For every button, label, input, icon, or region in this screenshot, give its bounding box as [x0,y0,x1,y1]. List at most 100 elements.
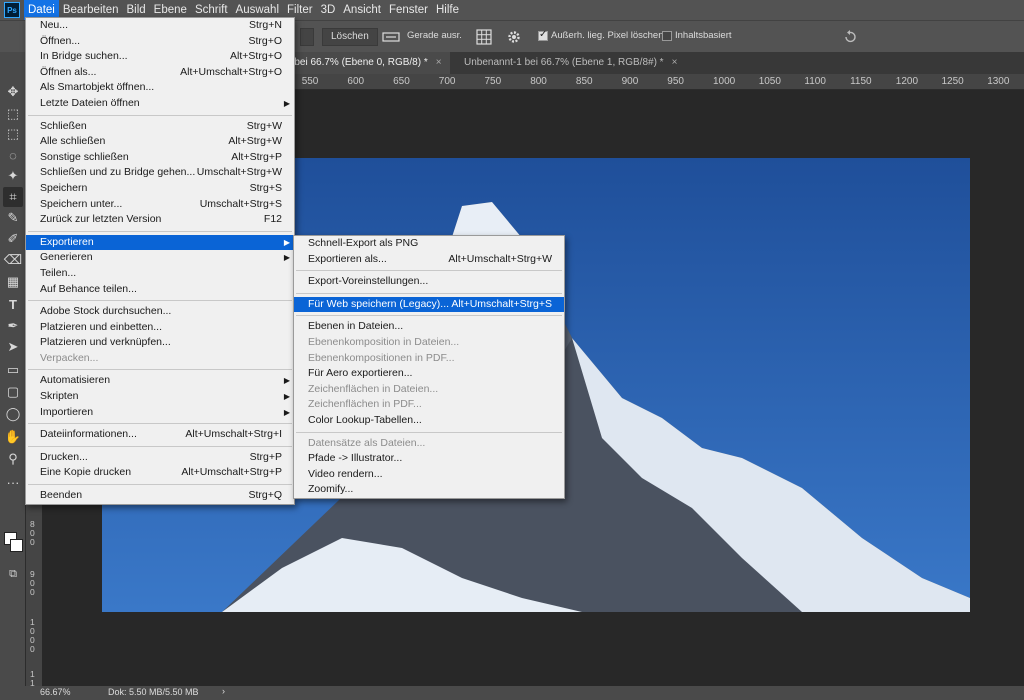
ruler-tick-label: 1200 [895,76,919,87]
more-icon[interactable]: ··· [3,472,23,492]
file-menu-item[interactable]: Eine Kopie drucken Alt+Umschalt+Strg+P [26,465,294,481]
menu-3d[interactable]: 3D [317,0,340,20]
tab-document-2[interactable]: Unbenannt-1 bei 66.7% (Ebene 1, RGB/8#) … [456,52,685,74]
pen-icon[interactable]: ✒ [3,316,23,336]
export-menu-item[interactable]: Video rendern... [294,467,564,483]
submenu-arrow-icon: ▶ [283,392,290,402]
menu-item-label: Video rendern... [308,467,383,480]
file-menu-item[interactable]: Schließen und zu Bridge gehen... Umschalt… [26,165,294,181]
menu-item-label: Alle schließen [40,135,106,148]
file-menu-item[interactable]: Skripten ▶ [26,389,294,405]
menu-ansicht[interactable]: Ansicht [339,0,385,20]
export-menu-item[interactable]: Export-Voreinstellungen... [294,274,564,290]
export-menu-item[interactable]: Zoomify... [294,482,564,498]
rectangle-icon[interactable]: ▭ [3,360,23,380]
status-arrow-icon[interactable]: › [222,686,225,696]
gear-icon[interactable] [506,29,522,45]
delete-cropped-checkbox[interactable] [538,29,548,41]
submenu-arrow-icon: ▶ [283,253,290,263]
type-icon[interactable]: T [3,294,23,314]
path-select-icon[interactable]: ➤ [3,337,23,357]
ruler-tick-label: 800 [530,76,547,87]
file-menu-item[interactable]: Als Smartobjekt öffnen... [26,80,294,96]
eyedropper-icon[interactable]: ✎ [3,208,23,228]
menu-item-label: Speichern unter... [40,197,123,210]
artboard-icon[interactable]: ⬚ [3,104,23,124]
ellipse-icon[interactable]: ▢ [3,382,23,402]
file-menu-item[interactable]: Speichern unter... Umschalt+Strg+S [26,197,294,213]
lasso-icon[interactable]: ◌ [3,145,23,165]
file-menu-item[interactable]: In Bridge suchen... Alt+Strg+O [26,49,294,65]
file-menu-item[interactable]: Teilen... [26,266,294,282]
marquee-icon[interactable]: ⬚ [3,124,23,144]
menu-item-label: Für Aero exportieren... [308,367,413,380]
file-menu-item[interactable]: Schließen Strg+W [26,119,294,135]
export-menu-item[interactable]: Für Web speichern (Legacy)... Alt+Umschal… [294,296,564,313]
ruler-tick-label: 850 [575,76,593,87]
menu-fenster[interactable]: Fenster [385,0,432,20]
clear-button[interactable]: Löschen [322,28,378,46]
menu-item-label: Schnell-Export als PNG [308,237,419,249]
file-menu-item[interactable]: Dateiinformationen... Alt+Umschalt+Strg+I [26,427,294,443]
export-menu-item[interactable]: Color Lookup-Tabellen... [294,413,564,429]
straighten-icon[interactable] [382,31,400,43]
grid-overlay-icon[interactable] [476,29,492,45]
export-menu-item: Ebenenkomposition in Dateien... [294,335,564,351]
menu-item-label: Skripten [40,390,79,403]
zoom-icon[interactable]: ⚲ [3,449,23,469]
export-menu-item: Ebenenkompositionen in PDF... [294,351,564,367]
export-menu-item[interactable]: Exportieren als... Alt+Umschalt+Strg+W [294,252,564,268]
tab-document-1[interactable]: g bei 66.7% (Ebene 0, RGB/8) * × [278,52,450,74]
hand-icon[interactable]: ✋ [3,427,23,447]
file-menu-item[interactable]: Automatisieren ▶ [26,373,294,389]
file-menu-item[interactable]: Sonstige schließen Alt+Strg+P [26,150,294,166]
gradient-icon[interactable]: ▦ [3,272,23,292]
brush-icon[interactable]: ✐ [3,229,23,249]
file-menu-item[interactable]: Letzte Dateien öffnen ▶ [26,96,294,112]
export-menu-item[interactable]: Für Aero exportieren... [294,366,564,382]
ruler-tick-label: 700 [438,76,456,87]
file-menu-item[interactable]: Adobe Stock durchsuchen... [26,304,294,320]
file-menu-item[interactable]: Platzieren und einbetten... [26,320,294,336]
menu-item-label: Zoomify... [308,483,354,496]
menu-hilfe[interactable]: Hilfe [432,0,463,20]
menu-item-label: Öffnen... [40,34,81,47]
background-color-swatch[interactable] [10,539,23,552]
file-menu-item[interactable]: Drucken... Strg+P [26,450,294,466]
submenu-arrow-icon: ▶ [283,98,290,108]
reset-icon[interactable] [842,29,858,45]
move-icon[interactable]: ✥ [3,82,23,102]
warp-icon[interactable]: ◯ [3,404,23,424]
close-icon[interactable]: × [436,57,442,68]
ruler-tick-label: 750 [484,76,502,87]
menu-item-label: Platzieren und verknüpfen... [40,336,171,349]
export-menu-item[interactable]: Ebenen in Dateien... [294,319,564,335]
screen-mode-icon[interactable]: ⧉ [3,564,23,584]
content-aware-checkbox[interactable] [662,31,672,41]
magic-wand-icon[interactable]: ✦ [3,166,23,186]
file-menu-item[interactable]: Exportieren ▶ [26,234,294,251]
close-icon[interactable]: × [672,57,678,68]
export-menu-item[interactable]: Schnell-Export als PNG [294,236,564,252]
crop-ratio-field[interactable] [300,28,314,46]
file-menu-item[interactable]: Generieren ▶ [26,250,294,266]
menu-item-shortcut: Alt+Strg+O [230,50,282,63]
file-menu-item[interactable]: Öffnen... Strg+O [26,34,294,50]
menu-item-label: Zeichenflächen in PDF... [308,398,422,411]
file-menu-item[interactable]: Zurück zur letzten Version F12 [26,212,294,228]
eraser-icon[interactable]: ⌫ [3,250,23,270]
file-menu-item[interactable]: Alle schließen Alt+Strg+W [26,134,294,150]
file-menu-item[interactable]: Speichern Strg+S [26,181,294,197]
file-menu-item[interactable]: Neu... Strg+N [26,18,294,34]
file-menu-item[interactable]: Auf Behance teilen... [26,282,294,298]
export-menu-item[interactable]: Pfade -> Illustrator... [294,451,564,467]
file-menu-item[interactable]: Importieren ▶ [26,405,294,421]
file-menu-item[interactable]: Platzieren und verknüpfen... [26,335,294,351]
crop-icon[interactable]: ⌗ [3,187,23,207]
ruler-tick-label: 1000 [713,76,736,87]
file-menu-item[interactable]: Öffnen als... Alt+Umschalt+Strg+O [26,65,294,81]
zoom-level[interactable]: 66.67% [40,687,71,697]
file-menu-item[interactable]: Beenden Strg+Q [26,488,294,504]
tools-panel: ✥ ⬚ ⬚ ◌ ✦ ⌗ ✎ ✐ ⌫ ▦ T ✒ ➤ ▭ ▢ ◯ ✋ ⚲ ··· … [0,52,26,686]
menu-item-label: Drucken... [40,450,88,463]
